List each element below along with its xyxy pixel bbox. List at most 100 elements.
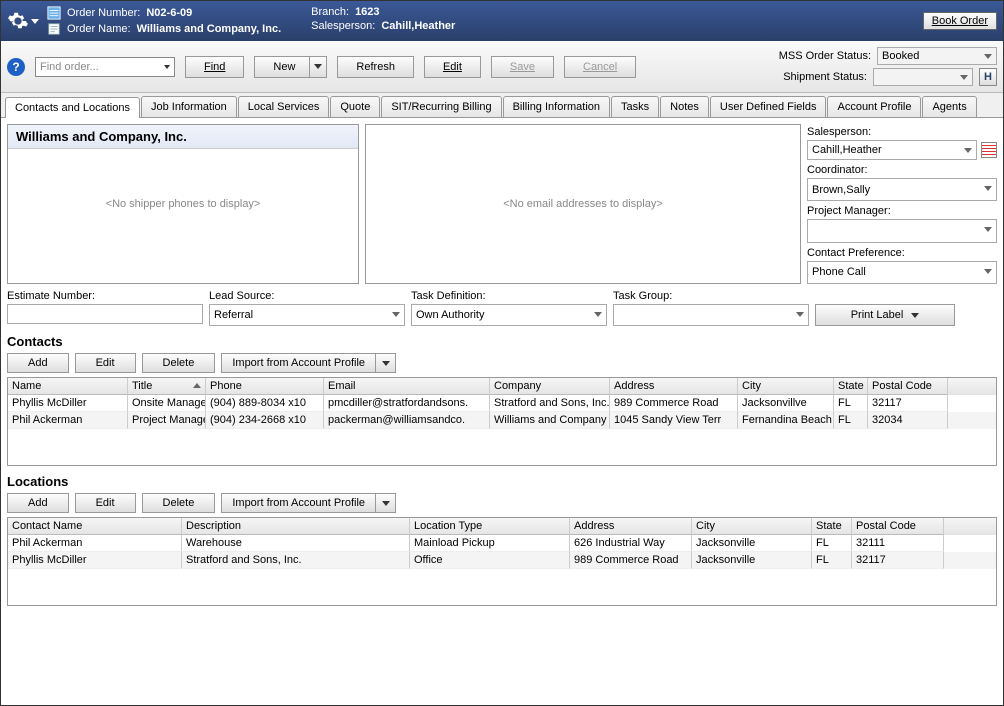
tab-quote[interactable]: Quote [330, 96, 380, 117]
help-icon[interactable]: ? [7, 58, 25, 76]
cell-title: Project Manager [128, 412, 206, 429]
col-state[interactable]: State [834, 378, 868, 395]
tab-agents[interactable]: Agents [922, 96, 976, 117]
tab-account-profile[interactable]: Account Profile [827, 96, 921, 117]
project-manager-combo[interactable] [807, 219, 997, 242]
locations-delete-button[interactable]: Delete [142, 493, 216, 513]
table-row[interactable]: Phyllis McDillerOnsite Manager(904) 889-… [8, 395, 996, 412]
locations-edit-button[interactable]: Edit [75, 493, 136, 513]
tab-user-defined-fields[interactable]: User Defined Fields [710, 96, 827, 117]
locations-import-dropdown[interactable] [376, 493, 396, 513]
estimate-number-input[interactable] [7, 304, 203, 324]
tab-billing-information[interactable]: Billing Information [503, 96, 610, 117]
task-definition-label: Task Definition: [411, 290, 607, 302]
print-label-button[interactable]: Print Label [815, 304, 955, 326]
branch-label: Branch: [311, 6, 349, 18]
shipper-phones-placeholder: <No shipper phones to display> [8, 198, 358, 210]
salesperson-combo[interactable]: Cahill,Heather [807, 140, 977, 160]
gear-dropdown-icon[interactable] [31, 19, 39, 24]
tab-sit-recurring[interactable]: SIT/Recurring Billing [381, 96, 501, 117]
cell-postal: 32111 [852, 535, 944, 552]
col-postal[interactable]: Postal Code [868, 378, 948, 395]
lcol-address[interactable]: Address [570, 518, 692, 535]
contacts-title: Contacts [7, 334, 997, 349]
col-company[interactable]: Company [490, 378, 610, 395]
contact-preference-combo[interactable]: Phone Call [807, 261, 997, 284]
shipment-status-combo[interactable] [873, 68, 973, 86]
chevron-down-icon [164, 65, 170, 69]
chevron-down-icon [382, 501, 390, 506]
tab-job-information[interactable]: Job Information [141, 96, 237, 117]
locations-import-button[interactable]: Import from Account Profile [221, 493, 396, 513]
contacts-edit-button[interactable]: Edit [75, 353, 136, 373]
tab-notes[interactable]: Notes [660, 96, 709, 117]
table-row[interactable]: Phyllis McDillerStratford and Sons, Inc.… [8, 552, 996, 569]
contacts-add-button[interactable]: Add [7, 353, 69, 373]
task-definition-value: Own Authority [416, 309, 484, 321]
locations-import-main[interactable]: Import from Account Profile [221, 493, 376, 513]
calendar-icon[interactable] [981, 142, 997, 158]
locations-add-button[interactable]: Add [7, 493, 69, 513]
contacts-grid-body: Phyllis McDillerOnsite Manager(904) 889-… [8, 395, 996, 465]
lcol-postal[interactable]: Postal Code [852, 518, 944, 535]
find-button[interactable]: Find [185, 56, 244, 78]
lead-source-combo[interactable]: Referral [209, 304, 405, 326]
lcol-type[interactable]: Location Type [410, 518, 570, 535]
new-button[interactable]: New [254, 56, 327, 78]
contacts-delete-button[interactable]: Delete [142, 353, 216, 373]
lcol-city[interactable]: City [692, 518, 812, 535]
cell-email: packerman@williamsandco. [324, 412, 490, 429]
mss-status-value: Booked [882, 50, 919, 62]
coordinator-combo[interactable]: Brown,Sally [807, 178, 997, 201]
new-button-main[interactable]: New [254, 56, 309, 78]
contacts-grid-header: Name Title Phone Email Company Address C… [8, 378, 996, 395]
order-number-value: N02-6-09 [146, 7, 192, 19]
tab-local-services[interactable]: Local Services [238, 96, 330, 117]
locations-grid-body: Phil AckermanWarehouseMainload Pickup626… [8, 535, 996, 605]
contacts-import-dropdown[interactable] [376, 353, 396, 373]
save-button: Save [491, 56, 554, 78]
shipper-panel-title: Williams and Company, Inc. [8, 125, 358, 149]
contacts-grid: Name Title Phone Email Company Address C… [7, 377, 997, 466]
toolbar: ? Find order... Find New Refresh Edit Sa… [1, 41, 1003, 93]
order-number-label: Order Number: [67, 7, 140, 19]
cell-type: Office [410, 552, 570, 569]
history-button[interactable]: H [979, 68, 997, 86]
new-button-dropdown[interactable] [309, 56, 327, 78]
title-bar: Order Number: N02-6-09 Order Name: Willi… [1, 1, 1003, 41]
coordinator-label: Coordinator: [807, 164, 997, 176]
edit-button[interactable]: Edit [424, 56, 481, 78]
salesperson-hdr-label: Salesperson: [311, 20, 375, 32]
tab-tasks[interactable]: Tasks [611, 96, 659, 117]
cell-postal: 32034 [868, 412, 948, 429]
col-title[interactable]: Title [128, 378, 206, 395]
task-definition-combo[interactable]: Own Authority [411, 304, 607, 326]
cell-phone: (904) 234-2668 x10 [206, 412, 324, 429]
task-group-label: Task Group: [613, 290, 809, 302]
cell-name: Phil Ackerman [8, 535, 182, 552]
table-row[interactable]: Phil AckermanProject Manager(904) 234-26… [8, 412, 996, 429]
gear-icon[interactable] [7, 10, 29, 32]
tab-contacts-locations[interactable]: Contacts and Locations [5, 97, 140, 118]
cell-city: Jacksonvillve [738, 395, 834, 412]
col-phone[interactable]: Phone [206, 378, 324, 395]
chevron-down-icon [314, 64, 322, 69]
contacts-import-button[interactable]: Import from Account Profile [221, 353, 396, 373]
col-address[interactable]: Address [610, 378, 738, 395]
contacts-import-main[interactable]: Import from Account Profile [221, 353, 376, 373]
find-order-combo[interactable]: Find order... [35, 57, 175, 77]
col-name[interactable]: Name [8, 378, 128, 395]
cell-state: FL [812, 552, 852, 569]
task-group-combo[interactable] [613, 304, 809, 326]
col-email[interactable]: Email [324, 378, 490, 395]
table-row[interactable]: Phil AckermanWarehouseMainload Pickup626… [8, 535, 996, 552]
lcol-desc[interactable]: Description [182, 518, 410, 535]
chevron-down-icon [382, 361, 390, 366]
lcol-name[interactable]: Contact Name [8, 518, 182, 535]
col-city[interactable]: City [738, 378, 834, 395]
book-order-button[interactable]: Book Order [923, 12, 997, 30]
cell-state: FL [812, 535, 852, 552]
mss-status-combo[interactable]: Booked [877, 47, 997, 65]
refresh-button[interactable]: Refresh [337, 56, 414, 78]
lcol-state[interactable]: State [812, 518, 852, 535]
